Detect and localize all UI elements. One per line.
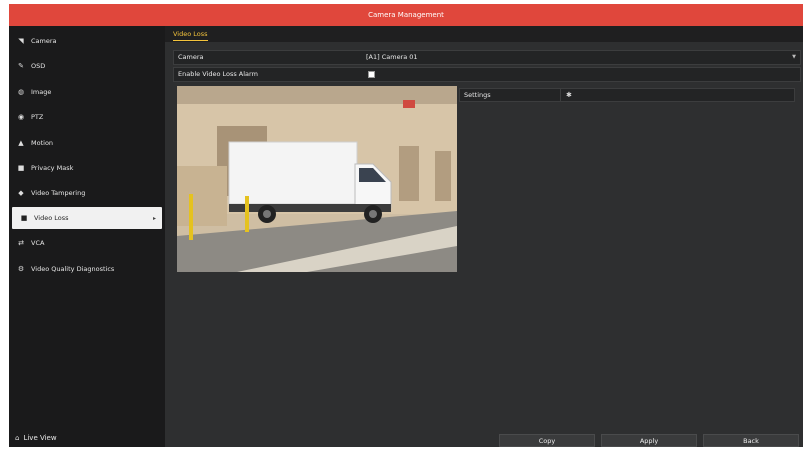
sidebar-item-label: Image xyxy=(31,88,52,96)
divider xyxy=(560,89,561,101)
live-view-label: Live View xyxy=(23,434,57,442)
sidebar-item-label: PTZ xyxy=(31,113,44,121)
back-button[interactable]: Back xyxy=(703,434,799,447)
sidebar-item-motion[interactable]: ▲ Motion xyxy=(9,132,163,154)
camera-icon: ◥ xyxy=(18,37,24,45)
sidebar-item-video-quality-diagnostics[interactable]: ⚙ Video Quality Diagnostics xyxy=(9,258,163,280)
sidebar: ◥ Camera ✎ OSD ◍ Image ◉ PTZ ▲ Motion ■ … xyxy=(9,26,165,447)
image-icon: ◍ xyxy=(17,88,25,96)
sidebar-item-label: Video Loss xyxy=(34,214,69,222)
motion-icon: ▲ xyxy=(18,139,24,147)
chevron-right-icon: ▸ xyxy=(152,214,156,222)
settings-row: Settings ✱ xyxy=(459,88,795,102)
sidebar-item-video-loss[interactable]: ■ Video Loss ▸ xyxy=(12,207,162,229)
camera-management-window: Camera Management ◥ Camera ✎ OSD ◍ Image… xyxy=(9,4,803,447)
window-title: Camera Management xyxy=(9,4,803,26)
video-preview xyxy=(177,86,457,272)
sidebar-item-label: OSD xyxy=(31,62,46,70)
apply-button[interactable]: Apply xyxy=(601,434,697,447)
vca-icon: ⇄ xyxy=(18,239,24,247)
sidebar-item-ptz[interactable]: ◉ PTZ xyxy=(9,106,163,128)
main-panel: Video Loss Camera [A1] Camera 01 ▼ Enabl… xyxy=(165,26,803,447)
sidebar-item-video-tampering[interactable]: ◆ Video Tampering xyxy=(9,182,163,204)
camera-label: Camera xyxy=(178,53,204,61)
gear-icon[interactable]: ✱ xyxy=(566,89,572,101)
copy-button[interactable]: Copy xyxy=(499,434,595,447)
sidebar-item-label: Video Tampering xyxy=(31,189,86,197)
alarm-label: Enable Video Loss Alarm xyxy=(178,70,258,78)
ptz-icon: ◉ xyxy=(17,113,25,121)
diagnostics-icon: ⚙ xyxy=(17,265,25,273)
tab-strip: Video Loss xyxy=(165,26,803,42)
sidebar-item-label: Video Quality Diagnostics xyxy=(31,265,115,273)
camera-feed-image xyxy=(177,86,457,272)
alarm-row: Enable Video Loss Alarm xyxy=(173,67,801,82)
sidebar-item-label: Camera xyxy=(31,37,57,45)
settings-label: Settings xyxy=(464,91,491,99)
sidebar-item-label: VCA xyxy=(31,239,45,247)
sidebar-item-privacy-mask[interactable]: ■ Privacy Mask xyxy=(9,157,163,179)
sidebar-item-label: Motion xyxy=(31,139,54,147)
sidebar-item-image[interactable]: ◍ Image xyxy=(9,81,163,103)
privacy-mask-icon: ■ xyxy=(17,164,25,172)
video-tampering-icon: ◆ xyxy=(18,189,24,197)
video-loss-icon: ■ xyxy=(20,214,28,222)
enable-video-loss-alarm-checkbox[interactable] xyxy=(368,71,375,78)
camera-select-row[interactable]: Camera [A1] Camera 01 ▼ xyxy=(173,50,801,65)
sidebar-item-label: Privacy Mask xyxy=(31,164,74,172)
sidebar-item-vca[interactable]: ⇄ VCA xyxy=(9,232,163,254)
live-view-button[interactable]: ⌂ Live View xyxy=(9,429,165,447)
sidebar-item-camera[interactable]: ◥ Camera xyxy=(9,30,163,52)
camera-select[interactable]: [A1] Camera 01 xyxy=(366,51,418,64)
osd-icon: ✎ xyxy=(18,62,24,70)
sidebar-item-osd[interactable]: ✎ OSD xyxy=(9,55,163,77)
tab-video-loss[interactable]: Video Loss xyxy=(173,28,208,41)
home-icon: ⌂ xyxy=(15,434,20,442)
chevron-down-icon[interactable]: ▼ xyxy=(792,51,796,64)
